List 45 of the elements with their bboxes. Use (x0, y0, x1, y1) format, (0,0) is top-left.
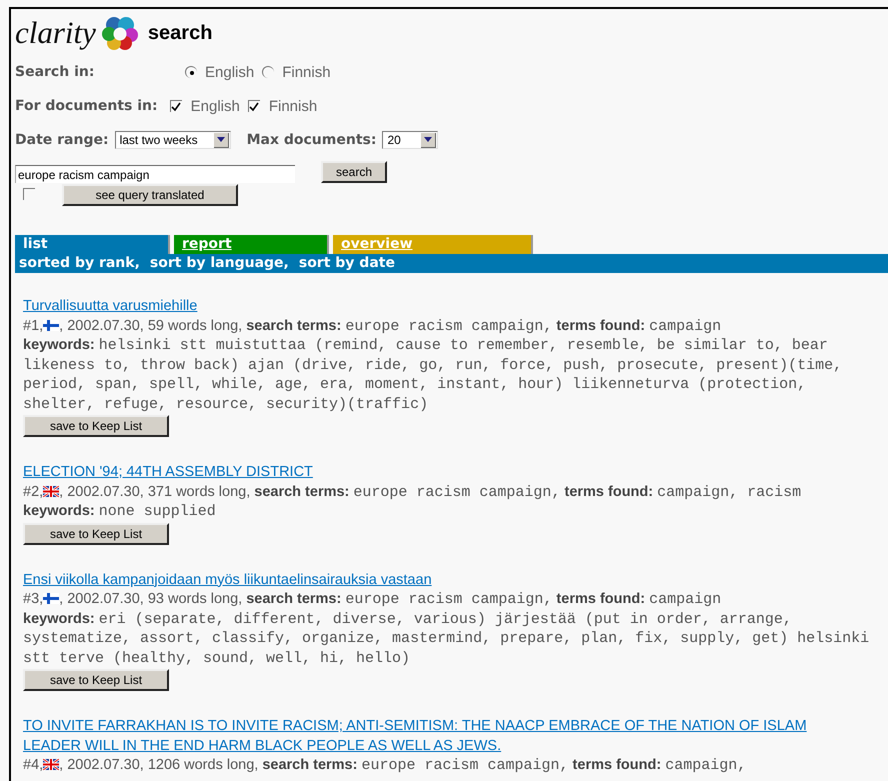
max-documents-dropdown[interactable]: 20 (382, 131, 438, 149)
result-keywords: keywords: helsinki stt muistuttaa (remind, cause to remember, resemble, be similar to, bear likeness to, throw back) ajan (drive, ride, go, run, force, push, prosecute, present)(time, period, span, spell, while, age, era, moment, instant, hour) liikenneturva (protection, shelter, refuge, resource, security)(traffic) (23, 337, 842, 412)
result-title-link[interactable]: Turvallisuutta varusmiehille (23, 297, 853, 316)
result-details: , 2002.07.30, 93 words long, search terms: europe racism campaign, terms found: campaign (59, 591, 722, 607)
radio-button[interactable] (185, 66, 197, 78)
page-title: search (148, 22, 212, 44)
checkbox[interactable] (248, 100, 260, 112)
result-details: , 2002.07.30, 1206 words long, search terms: europe racism campaign, terms found: campaign, (59, 757, 746, 773)
radio-label: Finnish (282, 64, 331, 80)
tab[interactable]: report (174, 235, 329, 254)
see-query-translated-button[interactable]: see query translated (62, 184, 238, 206)
result-number: #2, (23, 484, 44, 500)
result-details: , 2002.07.30, 59 words long, search terms: europe racism campaign, terms found: campaign (59, 318, 722, 334)
sort-link[interactable]: sort by language, (150, 254, 289, 273)
result-title-link[interactable]: TO INVITE FARRAKHAN IS TO INVITE RACISM; ANTI-SEMITISM: THE NAACP EMBRACE OF THE NATION OF ISLAM LEADER WILL IN THE END HARM BLACK PEOPLE AS WELL AS JEWS. (23, 717, 853, 756)
result-details: , 2002.07.30, 371 words long, search terms: europe racism campaign, terms found: campaign, racism (59, 484, 802, 500)
sort-link[interactable]: sort by date (298, 254, 395, 273)
date-range-dropdown[interactable]: last two weeks (114, 131, 231, 149)
save-to-keep-list-button[interactable]: save to Keep List (23, 415, 169, 437)
checkbox-label: English (190, 98, 240, 114)
radio-label: English (205, 64, 254, 80)
field-label: Search in: (15, 64, 96, 80)
field-label: For documents in: (15, 98, 158, 114)
result-keywords: keywords: eri (separate, different, diverse, various) järjestää (put in order, arrange, systematize, assort, classify, organize, mastermind, prepare, plan, fix, supply, get) helsinki stt terve (healthy, sound, well, hi, hello) (23, 610, 870, 666)
sort-link[interactable]: sorted by rank, (19, 254, 140, 273)
dropdown-arrow-icon (216, 137, 225, 142)
result-title-link[interactable]: ELECTION '94; 44TH ASSEMBLY DISTRICT (23, 463, 853, 482)
search-button[interactable]: search (321, 161, 387, 183)
flower-logo-icon (102, 16, 138, 50)
result-title-link[interactable]: Ensi viikolla kampanjoidaan myös liikuntaelinsairauksia vastaan (23, 570, 853, 590)
search-field[interactable]: europe racism campaign (15, 165, 295, 183)
field-label: Max documents: (246, 132, 376, 148)
save-to-keep-list-button[interactable]: save to Keep List (23, 669, 169, 691)
result-number: #4, (23, 757, 44, 773)
checkbox-label: Finnish (268, 98, 318, 114)
save-to-keep-list-button[interactable]: save to Keep List (23, 522, 169, 544)
tab[interactable]: list (15, 235, 170, 254)
result-number: #1, (23, 318, 44, 334)
field-label: Date range: (15, 132, 109, 148)
result-number: #3, (23, 591, 44, 607)
result-keywords: keywords: none supplied (23, 503, 216, 519)
dropdown-arrow-icon (424, 137, 432, 142)
checkbox[interactable] (170, 100, 182, 112)
checkbox[interactable] (23, 188, 35, 200)
clarity-logo: clarity (15, 15, 96, 51)
